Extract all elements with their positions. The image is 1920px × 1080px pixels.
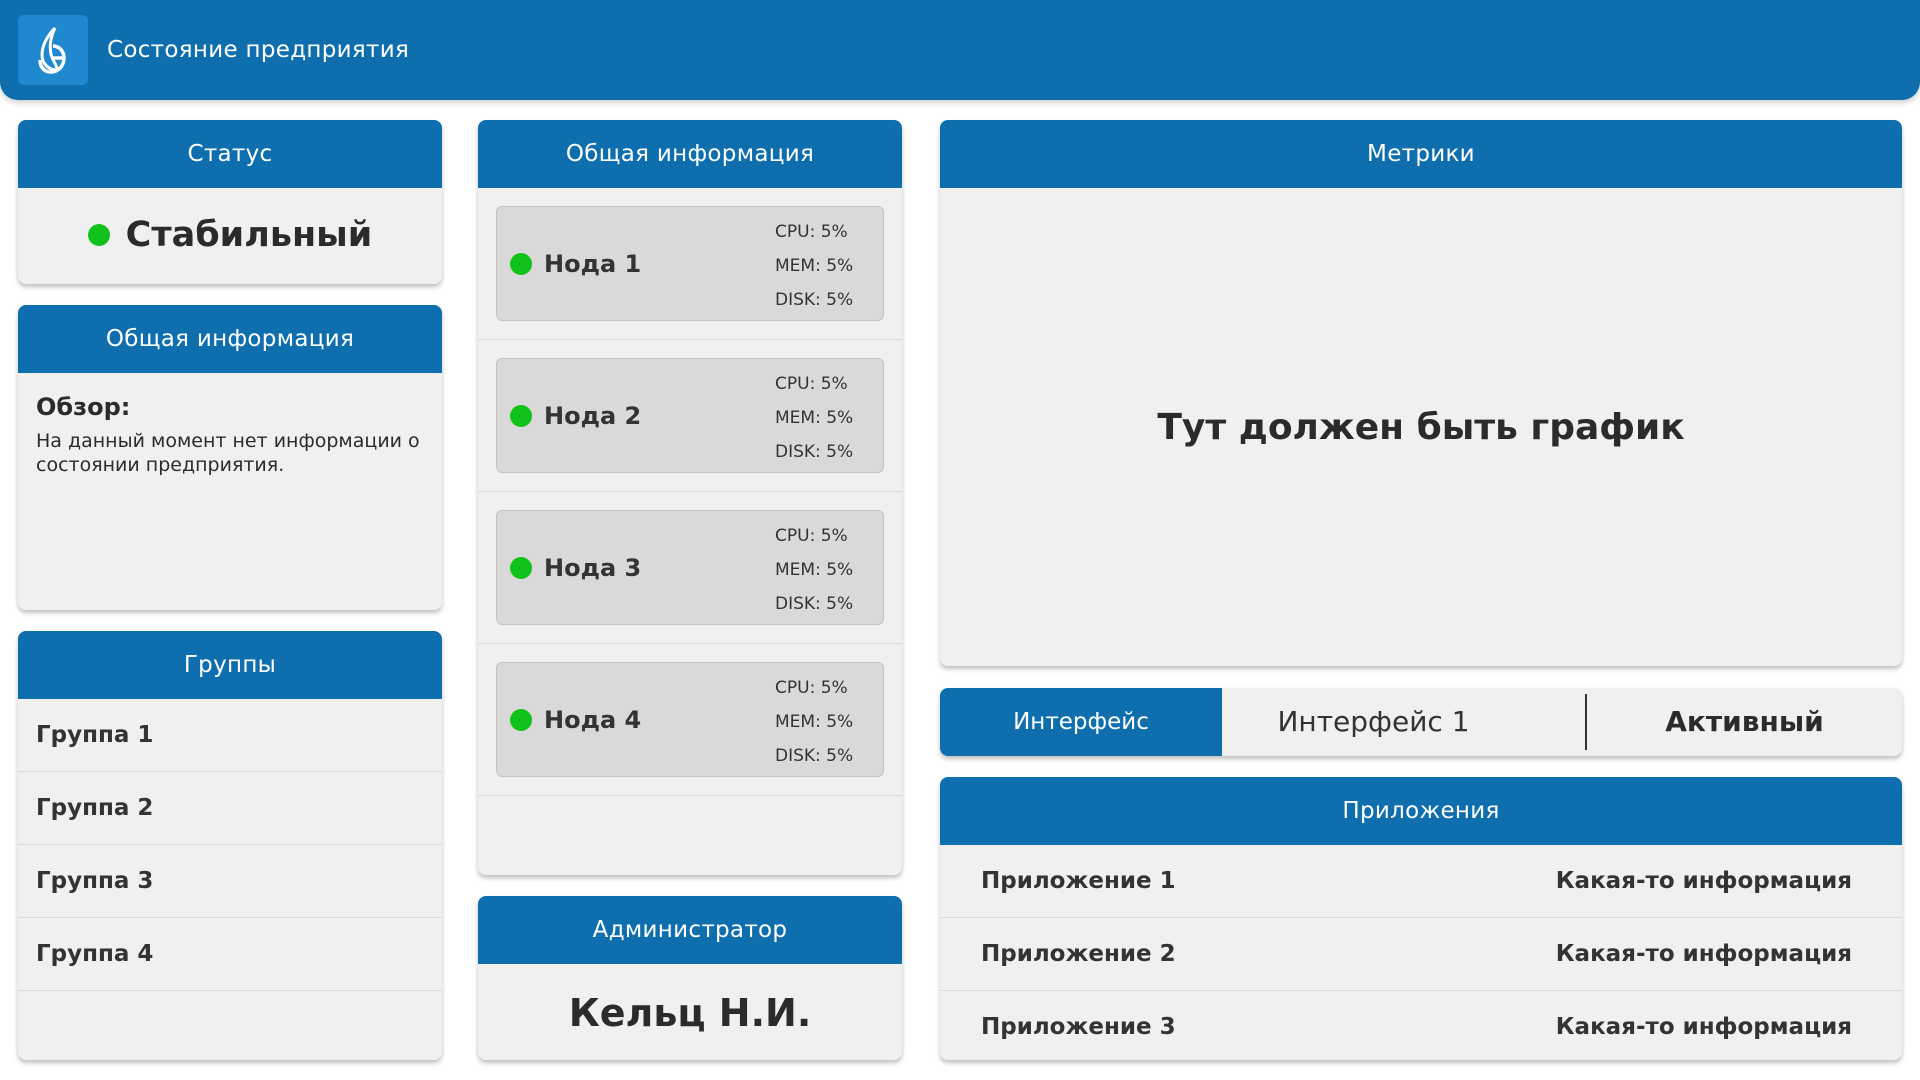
node-mem: MEM: 5% bbox=[775, 712, 854, 732]
overview-card-header: Общая информация bbox=[18, 305, 442, 373]
node-status-icon bbox=[510, 557, 532, 579]
app-title: Состояние предприятия bbox=[107, 37, 410, 63]
node-row: Нода 1 CPU: 5% MEM: 5% DISK: 5% bbox=[478, 188, 902, 340]
applications-card-header: Приложения bbox=[940, 777, 1902, 845]
node-row: Нода 4 CPU: 5% MEM: 5% DISK: 5% bbox=[478, 644, 902, 796]
status-body: Стабильный bbox=[18, 188, 442, 282]
interface-label: Интерфейс bbox=[940, 688, 1222, 756]
group-item[interactable]: Группа 1 bbox=[18, 699, 442, 772]
gazprom-logo-icon[interactable] bbox=[18, 15, 88, 85]
node-stats: CPU: 5% MEM: 5% DISK: 5% bbox=[775, 215, 853, 317]
admin-card: Администратор Кельц Н.И. bbox=[478, 896, 902, 1060]
node-cpu: CPU: 5% bbox=[775, 222, 848, 242]
nodes-card: Общая информация Нода 1 CPU: 5% MEM: 5% … bbox=[478, 120, 902, 875]
interface-name[interactable]: Интерфейс 1 bbox=[1222, 688, 1525, 756]
application-name: Приложение 3 bbox=[981, 1014, 1176, 1040]
node-card[interactable]: Нода 1 CPU: 5% MEM: 5% DISK: 5% bbox=[496, 206, 884, 321]
node-card[interactable]: Нода 3 CPU: 5% MEM: 5% DISK: 5% bbox=[496, 510, 884, 625]
node-stats: CPU: 5% MEM: 5% DISK: 5% bbox=[775, 367, 853, 469]
groups-card: Группы Группа 1 Группа 2 Группа 3 Группа… bbox=[18, 631, 442, 1060]
node-status-icon bbox=[510, 709, 532, 731]
group-item[interactable]: Группа 4 bbox=[18, 918, 442, 991]
application-row[interactable]: Приложение 2 Какая-то информация bbox=[940, 918, 1902, 991]
overview-body: Обзор: На данный момент нет информации о… bbox=[18, 373, 442, 497]
interface-bar: Интерфейс Интерфейс 1 Активный bbox=[940, 688, 1902, 756]
top-bar: Состояние предприятия bbox=[0, 0, 1920, 100]
status-card: Статус Стабильный bbox=[18, 120, 442, 284]
node-status-icon bbox=[510, 405, 532, 427]
metrics-card-header: Метрики bbox=[940, 120, 1902, 188]
node-mem: MEM: 5% bbox=[775, 408, 854, 428]
interface-state: Активный bbox=[1665, 705, 1824, 738]
status-card-header: Статус bbox=[18, 120, 442, 188]
node-name: Нода 4 bbox=[544, 706, 642, 734]
admin-name: Кельц Н.И. bbox=[568, 991, 812, 1035]
applications-card: Приложения Приложение 1 Какая-то информа… bbox=[940, 777, 1902, 1060]
application-name: Приложение 1 bbox=[981, 868, 1176, 894]
node-name: Нода 2 bbox=[544, 402, 642, 430]
node-mem: MEM: 5% bbox=[775, 560, 854, 580]
node-card[interactable]: Нода 2 CPU: 5% MEM: 5% DISK: 5% bbox=[496, 358, 884, 473]
overview-card: Общая информация Обзор: На данный момент… bbox=[18, 305, 442, 610]
node-cpu: CPU: 5% bbox=[775, 678, 848, 698]
node-status-icon bbox=[510, 253, 532, 275]
node-stats: CPU: 5% MEM: 5% DISK: 5% bbox=[775, 671, 853, 773]
groups-card-header: Группы bbox=[18, 631, 442, 699]
node-cpu: CPU: 5% bbox=[775, 526, 848, 546]
overview-text: На данный момент нет информации о состоя… bbox=[36, 430, 420, 476]
node-name: Нода 3 bbox=[544, 554, 642, 582]
node-mem: MEM: 5% bbox=[775, 256, 854, 276]
node-stats: CPU: 5% MEM: 5% DISK: 5% bbox=[775, 519, 853, 621]
admin-card-header: Администратор bbox=[478, 896, 902, 964]
metrics-placeholder: Тут должен быть график bbox=[1157, 406, 1685, 448]
application-info: Какая-то информация bbox=[1555, 1014, 1852, 1040]
group-item[interactable]: Группа 3 bbox=[18, 845, 442, 918]
node-disk: DISK: 5% bbox=[775, 442, 854, 462]
node-disk: DISK: 5% bbox=[775, 594, 854, 614]
node-disk: DISK: 5% bbox=[775, 746, 854, 766]
node-card[interactable]: Нода 4 CPU: 5% MEM: 5% DISK: 5% bbox=[496, 662, 884, 777]
overview-title: Обзор: bbox=[36, 393, 131, 421]
nodes-card-header: Общая информация bbox=[478, 120, 902, 188]
application-info: Какая-то информация bbox=[1555, 868, 1852, 894]
status-value: Стабильный bbox=[125, 215, 373, 255]
application-info: Какая-то информация bbox=[1555, 941, 1852, 967]
application-name: Приложение 2 bbox=[981, 941, 1176, 967]
group-item[interactable]: Группа 2 bbox=[18, 772, 442, 845]
node-row: Нода 2 CPU: 5% MEM: 5% DISK: 5% bbox=[478, 340, 902, 492]
node-cpu: CPU: 5% bbox=[775, 374, 848, 394]
node-disk: DISK: 5% bbox=[775, 290, 854, 310]
node-row: Нода 3 CPU: 5% MEM: 5% DISK: 5% bbox=[478, 492, 902, 644]
metrics-card: Метрики Тут должен быть график bbox=[940, 120, 1902, 666]
node-name: Нода 1 bbox=[544, 250, 642, 278]
status-indicator-icon bbox=[87, 224, 110, 246]
application-row[interactable]: Приложение 3 Какая-то информация bbox=[940, 991, 1902, 1060]
application-row[interactable]: Приложение 1 Какая-то информация bbox=[940, 845, 1902, 918]
